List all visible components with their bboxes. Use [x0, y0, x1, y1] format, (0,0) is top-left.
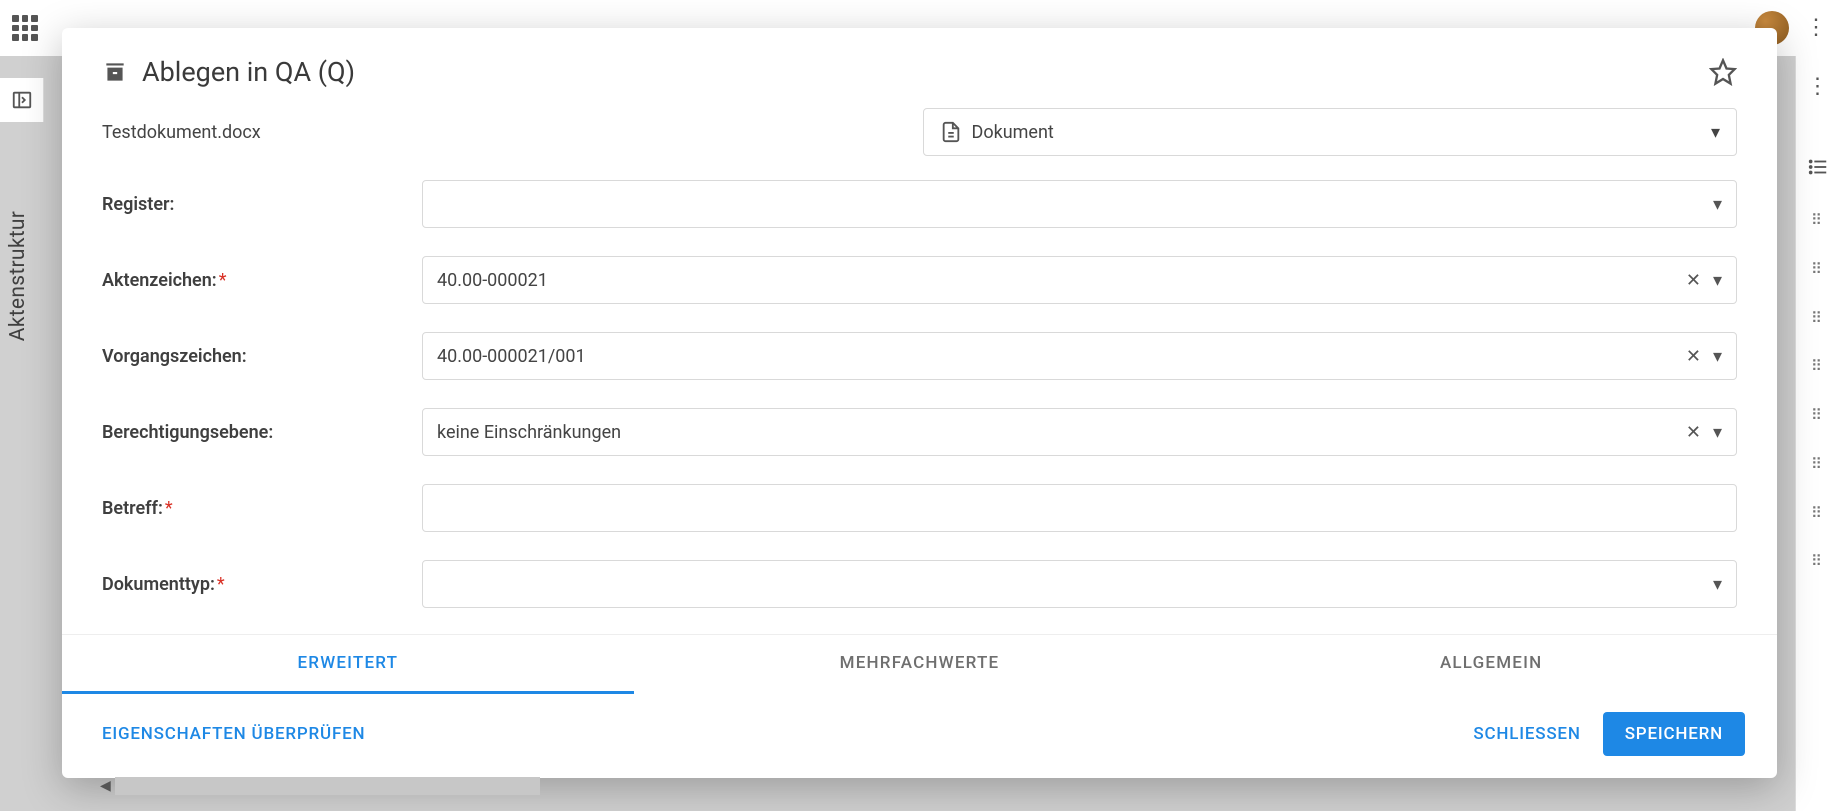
apps-menu-icon[interactable] [12, 15, 38, 41]
scroll-track[interactable] [115, 777, 540, 795]
aktenzeichen-label: Aktenzeichen:* [102, 270, 402, 291]
tab-allgemein[interactable]: ALLGEMEIN [1205, 635, 1777, 694]
scroll-left-icon[interactable]: ◀ [100, 778, 111, 794]
chevron-down-icon: ▾ [1713, 270, 1722, 291]
drag-handle[interactable]: ⠿ [1811, 507, 1824, 520]
form-scroll-area[interactable]: Register: ▾ Aktenzeichen:* 40.00-000021 … [62, 180, 1777, 634]
vorgangszeichen-value: 40.00-000021/001 [437, 346, 1686, 367]
dialog-title: Ablegen in QA (Q) [142, 56, 355, 88]
clear-icon[interactable]: ✕ [1686, 270, 1701, 291]
file-dialog: Ablegen in QA (Q) Testdokument.docx Doku… [62, 28, 1777, 778]
betreff-label: Betreff:* [102, 498, 402, 519]
vorgangszeichen-label: Vorgangszeichen: [102, 346, 402, 367]
dialog-title-row: Ablegen in QA (Q) [102, 56, 355, 88]
drag-handle[interactable]: ⠿ [1811, 458, 1824, 471]
form-tabs: ERWEITERT MEHRFACHWERTE ALLGEMEIN [62, 634, 1777, 694]
chevron-down-icon: ▾ [1713, 346, 1722, 367]
drag-handle[interactable]: ⠿ [1811, 409, 1824, 422]
document-icon [940, 121, 962, 143]
aktenzeichen-select[interactable]: 40.00-000021 ✕ ▾ [422, 256, 1737, 304]
tab-erweitert[interactable]: ERWEITERT [62, 635, 634, 694]
toolstrip-more-icon[interactable]: ⋮ [1807, 76, 1829, 98]
chevron-down-icon: ▾ [1713, 574, 1722, 595]
vorgangszeichen-select[interactable]: 40.00-000021/001 ✕ ▾ [422, 332, 1737, 380]
register-label: Register: [102, 194, 402, 215]
drag-handle[interactable]: ⠿ [1811, 360, 1824, 373]
drag-handle[interactable]: ⠿ [1811, 312, 1824, 325]
more-menu-icon[interactable]: ⋮ [1805, 17, 1827, 39]
berechtigung-select[interactable]: keine Einschränkungen ✕ ▾ [422, 408, 1737, 456]
chevron-down-icon: ▾ [1713, 422, 1722, 443]
register-select[interactable]: ▾ [422, 180, 1737, 228]
document-filename: Testdokument.docx [102, 122, 883, 143]
aktenzeichen-value: 40.00-000021 [437, 270, 1686, 291]
tab-mehrfachwerte[interactable]: MEHRFACHWERTE [634, 635, 1206, 694]
dokumenttyp-select[interactable]: ▾ [422, 560, 1737, 608]
favorite-button[interactable] [1709, 58, 1737, 86]
berechtigung-value: keine Einschränkungen [437, 422, 1686, 443]
check-properties-button[interactable]: EIGENSCHAFTEN ÜBERPRÜFEN [102, 724, 365, 744]
drag-handle[interactable]: ⠿ [1811, 555, 1824, 568]
chevron-down-icon: ▾ [1711, 122, 1720, 143]
chevron-down-icon: ▾ [1713, 194, 1722, 215]
expand-sidebar-button[interactable] [0, 78, 44, 122]
clear-icon[interactable]: ✕ [1686, 422, 1701, 443]
clear-icon[interactable]: ✕ [1686, 346, 1701, 367]
document-type-value: Dokument [972, 122, 1054, 143]
star-outline-icon [1709, 58, 1737, 86]
betreff-input[interactable] [422, 484, 1737, 532]
close-button[interactable]: SCHLIESSEN [1473, 724, 1580, 744]
save-button[interactable]: SPEICHERN [1603, 712, 1745, 756]
dialog-footer: EIGENSCHAFTEN ÜBERPRÜFEN SCHLIESSEN SPEI… [62, 694, 1777, 778]
dokumenttyp-label: Dokumenttyp:* [102, 574, 402, 595]
berechtigung-label: Berechtigungsebene: [102, 422, 402, 443]
right-toolstrip: ⋮ ⠿ ⠿ ⠿ ⠿ ⠿ ⠿ ⠿ ⠿ [1795, 56, 1839, 811]
drag-handle[interactable]: ⠿ [1811, 263, 1824, 276]
archive-icon [102, 59, 128, 85]
sidebar-label: Aktenstruktur [6, 211, 30, 341]
drag-handle[interactable]: ⠿ [1811, 214, 1824, 227]
horizontal-scrollbar[interactable]: ◀ [100, 777, 540, 795]
document-type-select[interactable]: Dokument ▾ [923, 108, 1738, 156]
list-view-icon[interactable] [1807, 156, 1829, 178]
